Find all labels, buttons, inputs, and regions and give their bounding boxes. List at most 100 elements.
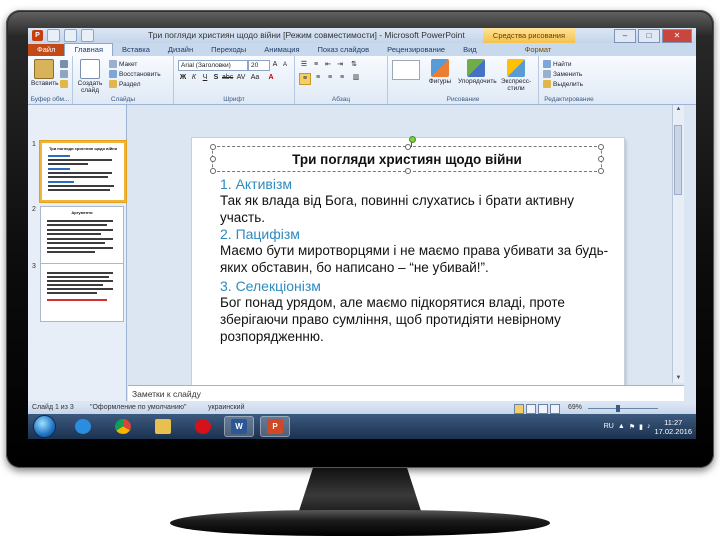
language-indicator[interactable]: украинский: [208, 404, 245, 411]
resize-handle[interactable]: [598, 168, 604, 174]
select-button[interactable]: Выделить: [543, 80, 583, 88]
title-placeholder[interactable]: Три погляди християн щодо війни: [210, 136, 604, 174]
copy-icon[interactable]: [60, 70, 68, 78]
undo-icon[interactable]: [64, 29, 77, 42]
slideshow-view-icon[interactable]: [550, 404, 560, 414]
quick-styles-button[interactable]: Экспресс-стили: [496, 59, 536, 92]
slide-sorter-icon[interactable]: [526, 404, 536, 414]
taskbar-word[interactable]: W: [224, 416, 254, 437]
normal-view-icon[interactable]: [514, 404, 524, 414]
point-heading: 2. Пацифізм: [220, 226, 300, 242]
tab-design[interactable]: Дизайн: [159, 44, 202, 56]
grow-font-icon[interactable]: A: [270, 60, 280, 70]
point-text: Бог понад урядом, але маємо підкорятися …: [220, 295, 565, 344]
slide-thumbnail-3[interactable]: [40, 263, 124, 322]
flag-icon[interactable]: ⚑: [629, 423, 635, 431]
start-button[interactable]: [34, 416, 55, 437]
align-left-icon[interactable]: ≡: [299, 73, 311, 85]
font-size-combo[interactable]: 20: [248, 60, 270, 71]
restore-icon: [109, 70, 117, 78]
section-button[interactable]: Раздел: [109, 80, 140, 88]
clock[interactable]: 11:27 17.02.2016: [654, 418, 692, 436]
char-spacing-icon[interactable]: AV: [236, 73, 246, 83]
scroll-up-icon[interactable]: ▲: [674, 105, 683, 114]
scroll-thumb[interactable]: [674, 125, 682, 195]
taskbar-chrome[interactable]: [108, 416, 138, 437]
taskbar-powerpoint[interactable]: P: [260, 416, 290, 437]
italic-icon[interactable]: К: [189, 73, 199, 83]
resize-handle[interactable]: [405, 168, 411, 174]
format-painter-icon[interactable]: [60, 80, 68, 88]
shapes-gallery[interactable]: [392, 60, 420, 80]
tab-animation[interactable]: Анимация: [255, 44, 308, 56]
align-center-icon[interactable]: ≡: [313, 73, 323, 83]
underline-icon[interactable]: Ч: [200, 73, 210, 83]
increase-indent-icon[interactable]: ⇥: [335, 60, 345, 70]
cut-icon[interactable]: [60, 60, 68, 68]
replace-button[interactable]: Заменить: [543, 70, 582, 78]
resize-handle[interactable]: [210, 144, 216, 150]
save-icon[interactable]: [47, 29, 60, 42]
new-slide-label: Создать слайд: [77, 80, 103, 94]
resize-handle[interactable]: [405, 144, 411, 150]
tab-transitions[interactable]: Переходы: [202, 44, 255, 56]
resize-handle[interactable]: [598, 144, 604, 150]
bold-icon[interactable]: Ж: [178, 73, 188, 83]
tab-view[interactable]: Вид: [454, 44, 486, 56]
slide-thumbnail-2[interactable]: Аргументи: [40, 206, 124, 265]
arrange-button[interactable]: Упорядочить: [458, 59, 497, 85]
restore-button[interactable]: Восстановить: [109, 70, 161, 78]
rotation-handle[interactable]: [409, 136, 416, 143]
minimize-button[interactable]: –: [614, 29, 636, 43]
vertical-scrollbar[interactable]: ▲ ▼: [672, 105, 684, 383]
tab-home[interactable]: Главная: [64, 43, 113, 56]
folder-icon: [155, 419, 171, 434]
thumbnail-line: [47, 276, 109, 278]
tab-insert[interactable]: Вставка: [113, 44, 159, 56]
decrease-indent-icon[interactable]: ⇤: [323, 60, 333, 70]
new-slide-icon: [80, 59, 100, 79]
tab-format[interactable]: Формат: [516, 44, 561, 56]
slide-canvas[interactable]: Три погляди християн щодо війни 1. Актив…: [192, 136, 624, 390]
new-slide-button[interactable]: Создать слайд: [75, 59, 105, 94]
close-button[interactable]: ✕: [662, 29, 692, 43]
align-right-icon[interactable]: ≡: [325, 73, 335, 83]
notes-pane[interactable]: Заметки к слайду: [128, 385, 684, 401]
font-name-combo[interactable]: Arial (Заголовки): [178, 60, 248, 71]
scroll-down-icon[interactable]: ▼: [674, 374, 683, 383]
tray-arrow-icon[interactable]: ▲: [618, 423, 625, 430]
taskbar-opera[interactable]: [188, 416, 218, 437]
layout-button[interactable]: Макет: [109, 60, 137, 68]
shadow-icon[interactable]: S: [211, 73, 221, 83]
redo-icon[interactable]: [81, 29, 94, 42]
tab-slideshow[interactable]: Показ слайдов: [309, 44, 379, 56]
paste-button[interactable]: Вставить: [31, 59, 59, 87]
columns-icon[interactable]: ▥: [351, 73, 361, 83]
network-icon[interactable]: ▮: [639, 423, 643, 431]
keyboard-language[interactable]: RU: [604, 423, 614, 430]
zoom-slider[interactable]: [588, 405, 658, 412]
strikethrough-icon[interactable]: abc: [222, 73, 233, 83]
taskbar-explorer[interactable]: [148, 416, 178, 437]
bullets-icon[interactable]: ☰: [299, 60, 309, 70]
slide-thumbnail-1[interactable]: Три погляди християн щодо війни: [40, 141, 126, 202]
volume-icon[interactable]: ♪: [647, 423, 651, 430]
reading-view-icon[interactable]: [538, 404, 548, 414]
slide-body[interactable]: 1. Активізм Так як влада від Бога, повин…: [220, 176, 615, 345]
tab-file[interactable]: Файл: [28, 44, 65, 56]
tab-review[interactable]: Рецензирование: [378, 44, 454, 56]
zoom-slider-knob[interactable]: [616, 405, 620, 412]
maximize-button[interactable]: □: [638, 29, 660, 43]
shrink-font-icon[interactable]: A: [280, 60, 290, 70]
numbering-icon[interactable]: ≡: [311, 60, 321, 70]
text-direction-icon[interactable]: ⇅: [349, 60, 359, 70]
change-case-icon[interactable]: Aa: [250, 73, 260, 83]
taskbar-ie[interactable]: [68, 416, 98, 437]
shapes-button[interactable]: Фигуры: [424, 59, 456, 85]
justify-icon[interactable]: ≡: [337, 73, 347, 83]
powerpoint-logo-icon[interactable]: P: [32, 30, 43, 41]
font-color-icon[interactable]: A: [266, 73, 276, 83]
find-button[interactable]: Найти: [543, 60, 572, 68]
zoom-level[interactable]: 69%: [568, 404, 582, 411]
resize-handle[interactable]: [210, 168, 216, 174]
